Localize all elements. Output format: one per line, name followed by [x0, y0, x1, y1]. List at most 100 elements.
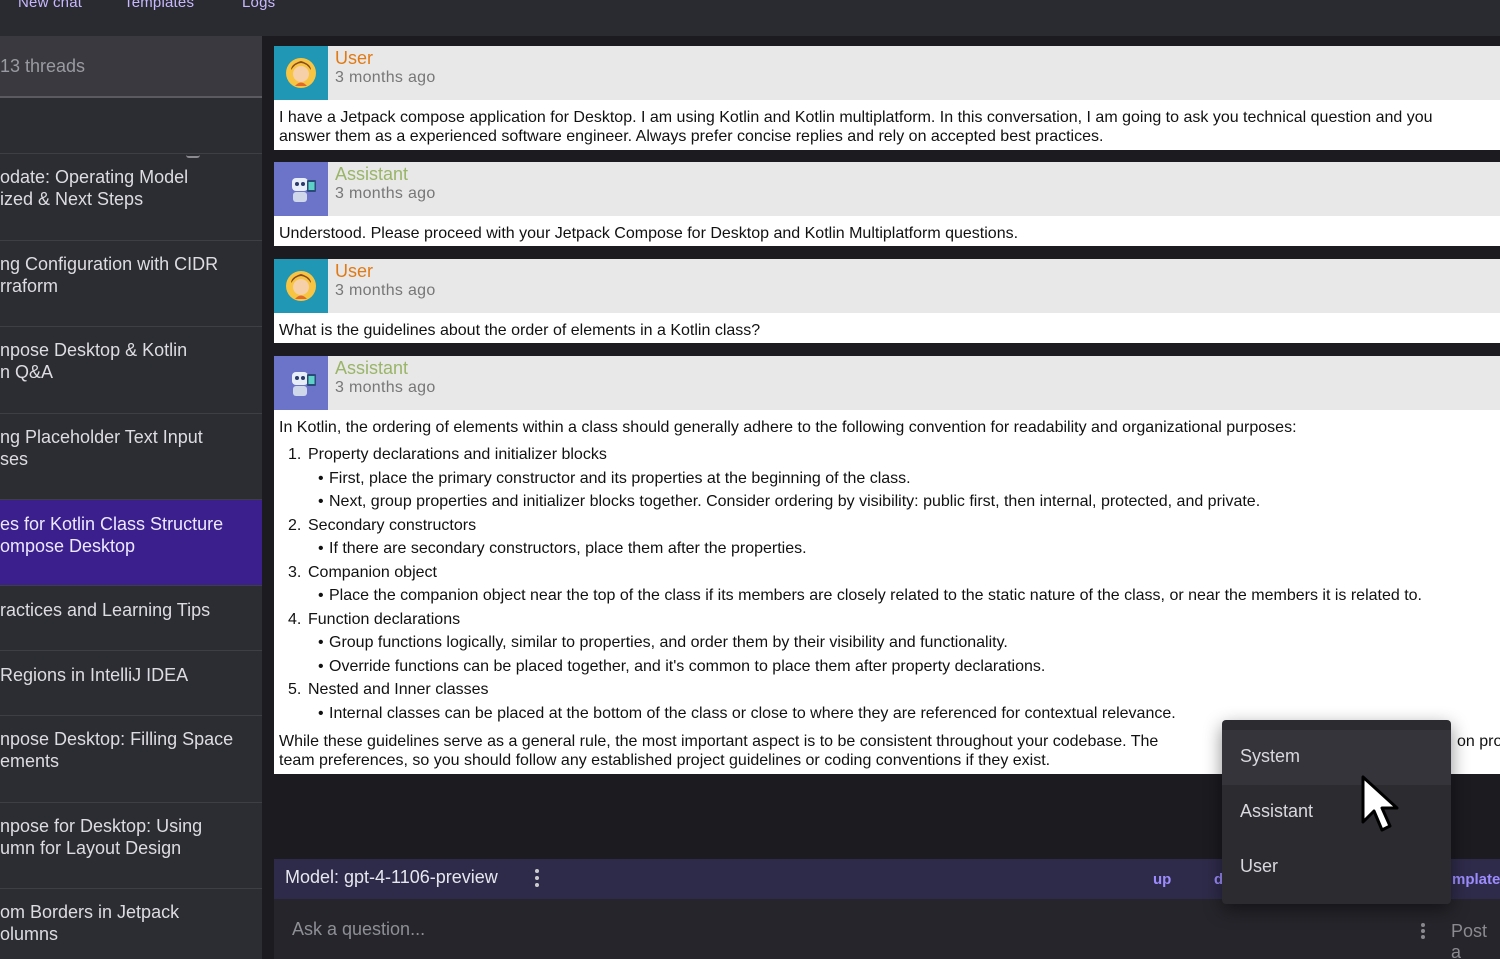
input-more-icon[interactable]: [1419, 923, 1427, 943]
question-input[interactable]: [292, 919, 1392, 940]
user-face-icon: [286, 58, 316, 88]
dropdown-item-user[interactable]: User: [1222, 840, 1451, 895]
thread-title-line: n Q&A: [0, 362, 54, 382]
dropdown-item-label: Assistant: [1240, 801, 1314, 821]
list-number: 1.: [288, 446, 302, 463]
thread-title-line: odate: Operating Model: [0, 167, 189, 187]
message-text-line: answer them as a experienced software en…: [279, 128, 1104, 145]
tab-templates[interactable]: Templates: [124, 0, 194, 11]
list-bullet-mark: •: [318, 493, 324, 510]
list-bullet-mark: •: [318, 634, 324, 651]
thread-title-line: ses: [0, 449, 29, 469]
list-number: 2.: [288, 517, 302, 534]
thread-title-line: ements: [0, 751, 60, 771]
mouse-pointer-icon: [1361, 775, 1399, 832]
message-outro: While these guidelines serve as a genera…: [279, 733, 1159, 750]
post-button[interactable]: Post a: [1451, 921, 1500, 959]
message-outro: team preferences, so you should follow a…: [279, 752, 1051, 769]
message-text-line: I have a Jetpack compose application for…: [279, 109, 1433, 126]
list-title: Secondary constructors: [308, 517, 477, 534]
list-number: 3.: [288, 564, 302, 581]
thread-item-cidr-config[interactable]: ng Configuration with CIDR rraform: [0, 241, 262, 327]
message-intro: In Kotlin, the ordering of elements with…: [279, 419, 1297, 436]
list-title: Property declarations and initializer bl…: [308, 446, 607, 463]
message-header: Assistant 3 months ago: [274, 162, 1500, 216]
thread-title-line: umn for Layout Design: [0, 838, 182, 858]
list-bullet: Internal classes can be placed at the bo…: [329, 705, 1176, 722]
robot-icon: [292, 178, 316, 202]
thread-title-line: ng Configuration with CIDR: [0, 254, 219, 274]
thread-count-header: 13 threads: [0, 36, 262, 98]
thread-item-operating-model[interactable]: odate: Operating Model ized & Next Steps: [0, 154, 262, 241]
thread-item-kotlin-class-structure[interactable]: es for Kotlin Class Structure ompose Des…: [0, 500, 262, 586]
message-time: 3 months ago: [335, 185, 436, 202]
message-text-line: Understood. Please proceed with your Jet…: [279, 225, 1019, 242]
thread-sidebar: 13 threads odate: Operating Model ized &…: [0, 36, 262, 959]
message-role: Assistant: [335, 358, 409, 378]
message-header: Assistant 3 months ago: [274, 356, 1500, 410]
dropdown-item-label: System: [1240, 746, 1301, 766]
list-title: Nested and Inner classes: [308, 681, 489, 698]
thread-title-line: es for Kotlin Class Structure: [0, 514, 224, 534]
thread-title-line: ized & Next Steps: [0, 189, 144, 209]
list-title: Function declarations: [308, 611, 461, 628]
thread-title-line: olumns: [0, 924, 59, 944]
composer-link-up[interactable]: up: [1153, 871, 1171, 888]
thread-title-line: ompose Desktop: [0, 536, 136, 556]
message-text-line: What is the guidelines about the order o…: [279, 322, 761, 339]
list-number: 4.: [288, 611, 302, 628]
thread-title-line: rraform: [0, 276, 58, 296]
message-role: User: [335, 48, 374, 68]
list-bullet: Next, group properties and initializer b…: [329, 493, 1261, 510]
message-header: User 3 months ago: [274, 259, 1500, 313]
list-title: Companion object: [308, 564, 437, 581]
thread-item-custom-borders[interactable]: om Borders in Jetpack olumns: [0, 889, 262, 959]
thread-item-learning-tips[interactable]: ractices and Learning Tips: [0, 586, 262, 651]
tab-new-chat[interactable]: New chat: [18, 0, 82, 11]
dropdown-item-system[interactable]: System: [1222, 730, 1451, 785]
message-assistant-1: Assistant 3 months ago Understood. Pleas…: [274, 162, 1500, 246]
dropdown-item-label: User: [1240, 856, 1279, 876]
thread-title-line: npose for Desktop: Using: [0, 816, 203, 836]
list-number: 5.: [288, 681, 302, 698]
list-bullet: If there are secondary constructors, pla…: [329, 540, 807, 557]
dropdown-item-assistant[interactable]: Assistant: [1222, 785, 1451, 840]
thread-item-placeholder-text[interactable]: ng Placeholder Text Input ses: [0, 414, 262, 500]
message-assistant-2: Assistant 3 months ago In Kotlin, the or…: [274, 356, 1500, 774]
thread-title-line: om Borders in Jetpack: [0, 902, 180, 922]
list-bullet: Override functions can be placed togethe…: [329, 658, 1046, 675]
thread-count-label: 13 threads: [0, 56, 86, 76]
user-avatar: [274, 46, 328, 100]
list-bullet-mark: •: [318, 540, 324, 557]
message-header: User 3 months ago: [274, 46, 1500, 100]
robot-icon: [292, 372, 316, 396]
thread-title-line: ractices and Learning Tips: [0, 600, 211, 620]
message-role: User: [335, 261, 374, 281]
composer-link-template[interactable]: mplate: [1452, 871, 1500, 888]
list-bullet-mark: •: [318, 705, 324, 722]
tab-logs[interactable]: Logs: [242, 0, 275, 11]
list-bullet: First, place the primary constructor and…: [329, 470, 911, 487]
composer-input-area: Post a: [274, 899, 1500, 959]
assistant-avatar: [274, 356, 328, 410]
thread-title-line: npose Desktop: Filling Space: [0, 729, 234, 749]
thread-item-filling-space[interactable]: npose Desktop: Filling Space ements: [0, 716, 262, 803]
list-bullet-mark: •: [318, 658, 324, 675]
user-face-icon: [286, 271, 316, 301]
model-menu-icon[interactable]: [532, 869, 542, 891]
thread-item-partial[interactable]: [0, 100, 262, 158]
user-avatar: [274, 259, 328, 313]
list-bullet-mark: •: [318, 470, 324, 487]
list-bullet: Group functions logically, similar to pr…: [329, 634, 1008, 651]
thread-item-intellij-regions[interactable]: Regions in IntelliJ IDEA: [0, 651, 262, 716]
model-selector[interactable]: Model: gpt-4-1106-preview: [285, 867, 498, 888]
message-user-2: User 3 months ago What is the guidelines…: [274, 259, 1500, 343]
top-nav-bar: New chat Templates Logs: [0, 0, 1500, 36]
list-bullet: Place the companion object near the top …: [329, 587, 1422, 604]
thread-item-compose-kotlin-qa[interactable]: npose Desktop & Kotlin n Q&A: [0, 327, 262, 414]
thread-title-line: Regions in IntelliJ IDEA: [0, 665, 189, 685]
thread-item-column-layout[interactable]: npose for Desktop: Using umn for Layout …: [0, 803, 262, 889]
thread-title-line: ng Placeholder Text Input: [0, 427, 203, 447]
assistant-avatar: [274, 162, 328, 216]
thread-title-line: npose Desktop & Kotlin: [0, 340, 188, 360]
